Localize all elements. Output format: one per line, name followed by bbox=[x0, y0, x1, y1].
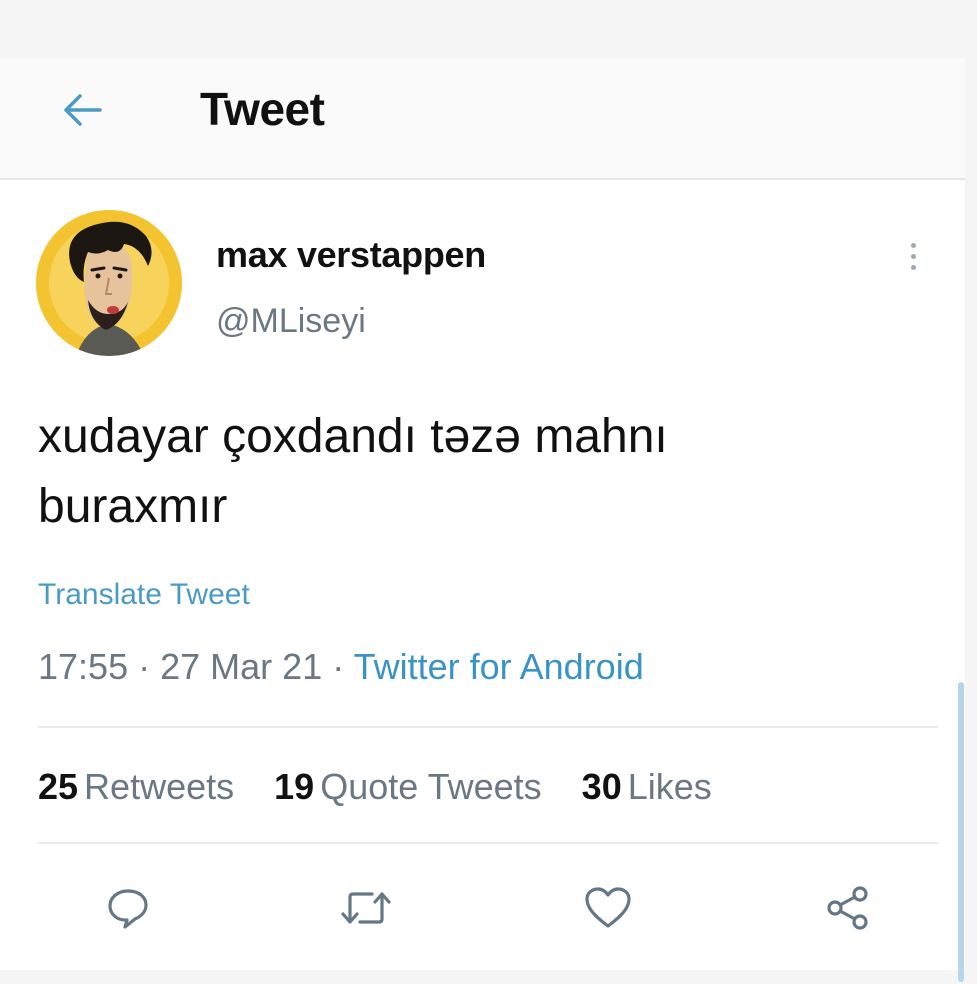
reply-icon bbox=[108, 889, 148, 929]
retweets-label: Retweets bbox=[84, 766, 235, 807]
avatar-illustration bbox=[36, 210, 182, 356]
translate-tweet-link[interactable]: Translate Tweet bbox=[38, 578, 250, 612]
avatar[interactable] bbox=[36, 210, 182, 356]
tweet-text: xudayar çoxdandı təzə mahnı buraxmır bbox=[38, 402, 898, 542]
tweet-stats: 25 Retweets 19 Quote Tweets 30 Likes bbox=[38, 766, 742, 808]
meta-separator: · bbox=[138, 646, 151, 687]
share-icon bbox=[827, 886, 868, 930]
retweet-button[interactable] bbox=[336, 878, 396, 938]
tweet-time: 17:55 bbox=[38, 646, 129, 687]
likes-count: 30 bbox=[581, 766, 622, 807]
tweet-actions bbox=[0, 870, 965, 950]
author-handle[interactable]: @MLiseyi bbox=[216, 302, 366, 341]
back-button[interactable] bbox=[52, 80, 112, 140]
tweet-detail-page: Tweet max verstappen @MLiseyi xudayar ço… bbox=[0, 0, 977, 984]
likes-label: Likes bbox=[627, 766, 712, 807]
retweets-stat[interactable]: 25 Retweets bbox=[38, 766, 234, 808]
top-app-bar: Tweet bbox=[0, 58, 965, 180]
share-button[interactable] bbox=[818, 878, 878, 938]
meta-separator: · bbox=[332, 646, 345, 687]
like-button[interactable] bbox=[578, 878, 638, 938]
quotes-label: Quote Tweets bbox=[320, 766, 542, 807]
divider bbox=[38, 726, 938, 728]
quotes-count: 19 bbox=[274, 766, 315, 807]
more-options-button[interactable] bbox=[898, 232, 928, 280]
scrollbar-thumb[interactable] bbox=[958, 682, 964, 982]
tweet-text-line: xudayar çoxdandı təzə mahnı bbox=[38, 410, 668, 463]
arrow-left-icon bbox=[64, 94, 102, 126]
tweet-card: max verstappen @MLiseyi xudayar çoxdandı… bbox=[0, 180, 965, 970]
tweet-text-line: buraxmır bbox=[38, 480, 228, 533]
retweet-icon bbox=[341, 892, 391, 924]
divider bbox=[38, 842, 938, 844]
heart-icon bbox=[585, 887, 631, 928]
author-display-name[interactable]: max verstappen bbox=[216, 234, 486, 276]
tweet-source-link[interactable]: Twitter for Android bbox=[354, 646, 644, 687]
more-vertical-icon-dot bbox=[910, 264, 916, 270]
more-vertical-icon-dot bbox=[910, 253, 916, 259]
page-title: Tweet bbox=[200, 83, 325, 135]
more-vertical-icon-dot bbox=[910, 242, 916, 248]
tweet-date: 27 Mar 21 bbox=[160, 646, 323, 687]
retweets-count: 25 bbox=[38, 766, 79, 807]
tweet-meta: 17:55 · 27 Mar 21 · Twitter for Android bbox=[38, 646, 644, 688]
quote-tweets-stat[interactable]: 19 Quote Tweets bbox=[274, 766, 542, 808]
reply-button[interactable] bbox=[98, 878, 158, 938]
likes-stat[interactable]: 30 Likes bbox=[582, 766, 712, 808]
